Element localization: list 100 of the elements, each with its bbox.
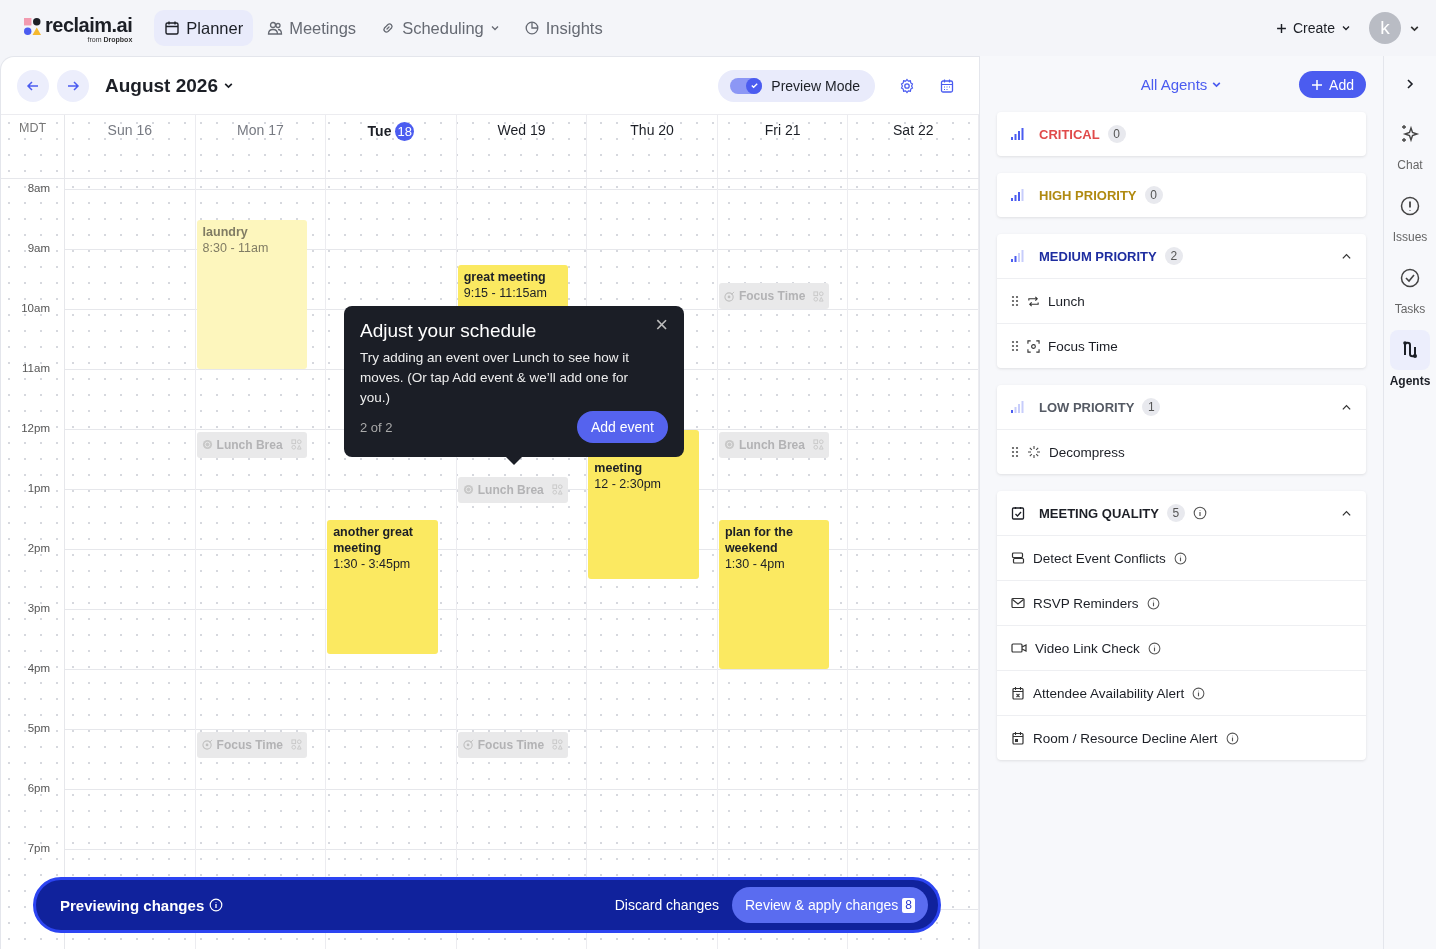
arrow-left-icon	[26, 78, 40, 93]
rail-button[interactable]: Tasks	[1390, 258, 1430, 316]
plate-icon	[462, 484, 474, 496]
agents-filter-dropdown[interactable]: All Agents	[1140, 75, 1223, 93]
info-icon[interactable]	[1192, 686, 1206, 700]
nav-tab[interactable]: Insights	[513, 10, 613, 46]
day-header[interactable]: Sat 22	[893, 122, 934, 178]
agent-row[interactable]: Lunch	[997, 278, 1366, 323]
hour-label: 1pm	[27, 482, 50, 494]
drag-handle-icon[interactable]	[1011, 340, 1019, 352]
logo-icon	[24, 17, 41, 35]
day-header[interactable]: Sun 16	[107, 122, 152, 178]
group-header[interactable]: CRITICAL 0	[997, 112, 1366, 156]
agent-row[interactable]: Video Link Check	[997, 625, 1366, 670]
hour-label: 2pm	[27, 542, 50, 554]
month-dropdown[interactable]: August 2026	[105, 74, 234, 97]
group-header[interactable]: MEDIUM PRIORITY 2	[997, 234, 1366, 278]
count-badge: 0	[1144, 186, 1163, 204]
toggle-switch[interactable]	[730, 77, 763, 94]
agent-name: Detect Event Conflicts	[1033, 550, 1166, 566]
agent-name: Lunch	[1048, 293, 1085, 309]
agent-name: Focus Time	[1048, 338, 1118, 354]
calendar-icon[interactable]	[939, 77, 955, 94]
nav-tab[interactable]: Scheduling	[370, 10, 510, 46]
agent-row[interactable]: Attendee Availability Alert	[997, 670, 1366, 715]
tooltip-title: Adjust your schedule	[360, 320, 537, 342]
info-icon[interactable]	[1146, 596, 1160, 610]
add-event-button[interactable]: Add event	[576, 411, 668, 443]
drag-handle-icon[interactable]	[1011, 295, 1019, 307]
agent-name: Attendee Availability Alert	[1033, 685, 1185, 701]
hour-label: 3pm	[27, 602, 50, 614]
plate-icon	[723, 439, 735, 451]
preview-mode-toggle[interactable]: Preview Mode	[718, 69, 875, 102]
check-circle-icon	[1399, 267, 1421, 289]
create-button[interactable]: Create	[1275, 20, 1351, 36]
info-icon[interactable]	[1225, 731, 1239, 745]
agent-row[interactable]: Detect Event Conflicts	[997, 535, 1366, 580]
group-header[interactable]: LOW PRIORITY 1	[997, 385, 1366, 429]
alert-circle-icon	[1399, 195, 1421, 217]
sparkle-burst-icon	[1027, 445, 1041, 459]
calendar-event[interactable]: another great meeting 1:30 - 3:45pm	[327, 520, 438, 654]
info-icon[interactable]	[1173, 551, 1187, 565]
day-header[interactable]: Thu 20	[630, 122, 674, 178]
event-title: great meeting	[463, 269, 547, 285]
focus-frame-icon	[1027, 339, 1040, 353]
plus-icon	[1311, 78, 1324, 91]
group-header[interactable]: MEETING QUALITY 5	[997, 491, 1366, 535]
target-icon	[201, 739, 213, 751]
info-icon[interactable]	[1192, 506, 1207, 520]
hour-label: 6pm	[27, 782, 50, 794]
discard-changes-button[interactable]: Discard changes	[614, 897, 719, 913]
nav-tab[interactable]: Planner	[154, 10, 254, 46]
event-time: 9:15 - 11:15am	[463, 285, 548, 302]
review-apply-button[interactable]: Review & apply changes 8	[732, 887, 928, 923]
event-title: meeting	[594, 460, 644, 476]
previous-button[interactable]	[17, 69, 49, 102]
hour-label: 5pm	[27, 722, 50, 734]
chevron-right-icon[interactable]	[1404, 78, 1416, 90]
event-time: 1:30 - 3:45pm	[333, 556, 412, 573]
shapes-icon	[552, 739, 564, 751]
next-button[interactable]	[57, 69, 89, 102]
drag-handle-icon[interactable]	[1011, 446, 1019, 458]
agent-row[interactable]: Room / Resource Decline Alert	[997, 715, 1366, 760]
event-time: 1:30 - 4pm	[724, 556, 786, 573]
day-header[interactable]: Tue 18	[367, 122, 415, 178]
close-button[interactable]: ×	[655, 314, 668, 336]
tooltip-text: Try adding an event over Lunch to see how it moves. (Or tap Add event & we’ll add one for you.)	[360, 349, 630, 407]
arrow-right-icon	[66, 78, 80, 93]
group-title: CRITICAL	[1039, 126, 1100, 142]
shapes-icon	[552, 484, 564, 496]
rail-button[interactable]: Chat	[1390, 114, 1430, 172]
add-button[interactable]: Add	[1299, 71, 1366, 98]
event-time: 8:30 - 11am	[202, 240, 270, 257]
agent-name: Room / Resource Decline Alert	[1033, 730, 1218, 746]
day-header[interactable]: Wed 19	[497, 122, 546, 178]
event-title: another great meeting	[333, 524, 415, 556]
target-icon	[723, 290, 735, 302]
agent-name: RSVP Reminders	[1033, 595, 1139, 611]
hour-label: 7pm	[27, 842, 50, 854]
nav-tab[interactable]: Meetings	[257, 10, 367, 46]
settings-icon[interactable]	[899, 77, 915, 94]
overlap-blocks-icon	[1011, 551, 1025, 565]
agent-row[interactable]: RSVP Reminders	[997, 580, 1366, 625]
calendar-event[interactable]: laundry 8:30 - 11am	[196, 220, 308, 369]
calendar-icon	[164, 20, 181, 36]
day-header[interactable]: Mon 17	[237, 122, 284, 178]
info-icon[interactable]	[1147, 641, 1161, 655]
plus-icon	[1275, 22, 1287, 34]
signal-bars-icon	[1011, 189, 1025, 201]
agent-row[interactable]: Decompress	[997, 429, 1366, 474]
day-header[interactable]: Fri 21	[764, 122, 801, 178]
agent-row[interactable]: Focus Time	[997, 323, 1366, 368]
hour-label: 4pm	[27, 662, 50, 674]
rail-button[interactable]: Issues	[1390, 186, 1430, 244]
group-header[interactable]: HIGH PRIORITY 0	[997, 173, 1366, 217]
video-camera-icon	[1011, 641, 1027, 655]
calendar-event[interactable]: plan for the weekend 1:30 - 4pm	[718, 520, 830, 669]
step-counter: 2 of 2	[360, 419, 393, 435]
check-icon	[749, 81, 759, 90]
count-badge: 2	[1164, 247, 1183, 265]
